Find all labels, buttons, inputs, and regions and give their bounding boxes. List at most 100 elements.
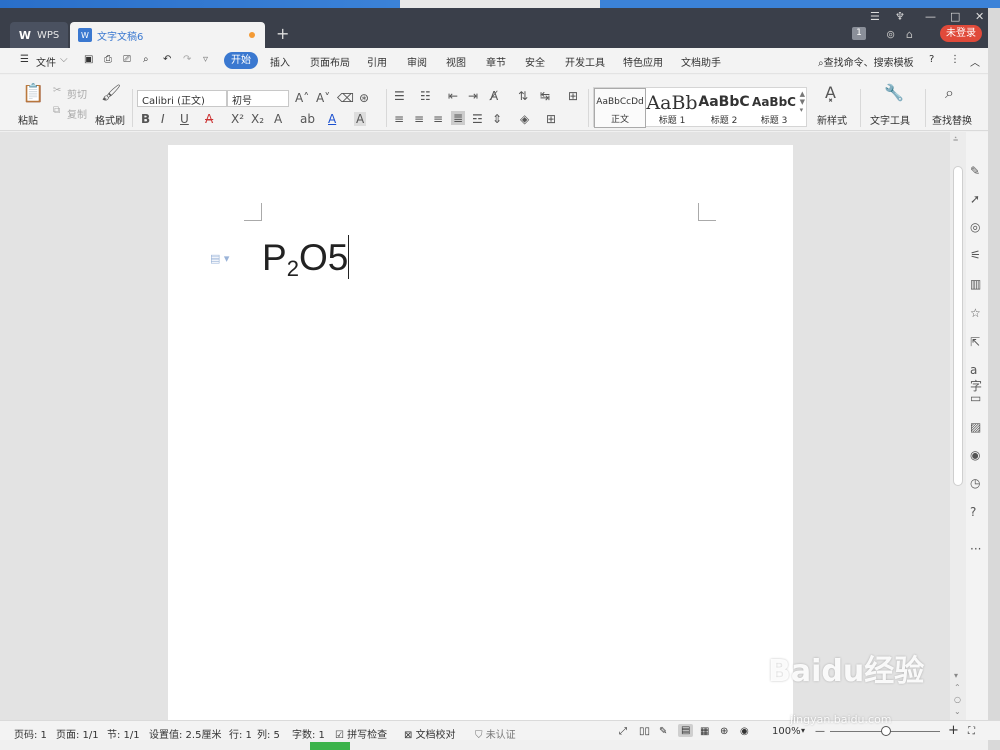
write-mode-icon[interactable]: ✎ (659, 726, 667, 737)
chevron-down-icon[interactable]: ⌵ (60, 54, 68, 65)
tab-doc-assistant[interactable]: 文档助手 (681, 54, 721, 69)
line-spacing-icon[interactable]: ⇕ (492, 112, 502, 126)
decrease-indent-icon[interactable]: ⇤ (448, 89, 458, 103)
tab-document[interactable]: W 文字文稿6 (70, 22, 265, 48)
login-button[interactable]: 未登录 (940, 25, 982, 42)
page-view-icon[interactable]: ▤ (678, 724, 694, 737)
borders-icon[interactable]: ⊞ (546, 112, 556, 126)
format-painter-icon[interactable]: 🖌 (101, 83, 121, 102)
tab-view[interactable]: 视图 (446, 54, 466, 69)
font-size-select[interactable]: 初号 (227, 90, 289, 107)
command-search[interactable]: ⌕查找命令、搜索模板 (818, 54, 914, 69)
print-icon[interactable]: ⎚ (123, 54, 131, 65)
more-icon[interactable]: ⋮ (950, 54, 960, 65)
word-count[interactable]: 字数: 1 (292, 726, 325, 741)
window-count-badge[interactable]: 1 (852, 27, 866, 40)
cut-button[interactable]: 剪切 (67, 86, 87, 101)
paste-icon[interactable]: 📋 (22, 83, 44, 104)
numbered-list-icon[interactable]: ☷ (420, 89, 431, 103)
share-icon[interactable]: ⇱ (970, 335, 980, 349)
style-heading1[interactable]: AaBb 标题 1 (646, 88, 698, 128)
help-icon[interactable]: ? (970, 505, 976, 519)
translate-icon[interactable]: a字 (970, 363, 988, 394)
window-menu-icon[interactable]: ☰ (870, 10, 880, 23)
adjust-icon[interactable]: ⚟ (970, 248, 981, 262)
line-break-icon[interactable]: ↹ (540, 89, 550, 103)
font-name-select[interactable]: Calibri (正文) (137, 90, 227, 107)
collapse-ribbon-icon[interactable]: ︿ (970, 54, 980, 69)
text-effect-icon[interactable]: A (274, 112, 282, 126)
redo-icon[interactable]: ↷ (183, 54, 191, 65)
clear-format-icon[interactable]: ⌫ (337, 91, 354, 105)
bold-icon[interactable]: B (141, 112, 150, 126)
table-border-icon[interactable]: ⊞ (568, 89, 578, 103)
style-heading3[interactable]: AaBbC 标题 3 (750, 88, 798, 128)
align-left-icon[interactable]: ≡ (394, 112, 404, 126)
tab-home[interactable]: 开始 (224, 52, 258, 69)
eye-care-icon[interactable]: ◉ (740, 726, 749, 737)
zoom-in-button[interactable]: + (948, 723, 959, 738)
zoom-level[interactable]: 100% (772, 726, 801, 737)
wrench-icon[interactable]: 🔧 (884, 83, 904, 102)
image-icon[interactable]: ▨ (970, 420, 981, 434)
tab-special-apps[interactable]: 特色应用 (623, 54, 663, 69)
pen-icon[interactable]: ✎ (970, 164, 980, 178)
shirt-icon[interactable]: ⌂ (906, 28, 913, 41)
read-mode-icon[interactable]: ▯▯ (639, 726, 650, 737)
close-button[interactable]: ✕ (975, 10, 984, 23)
maximize-button[interactable]: □ (950, 10, 960, 23)
shading-icon[interactable]: ◈ (520, 112, 529, 126)
proofread-button[interactable]: ⊠ 文档校对 (404, 726, 456, 741)
spell-check-button[interactable]: ☑ 拼写检查 (335, 726, 387, 741)
select-icon[interactable]: ➚ (970, 192, 980, 206)
subscript-icon[interactable]: X₂ (251, 112, 264, 126)
backup-icon[interactable]: ◉ (970, 448, 980, 462)
cloud-icon[interactable]: ⊚ (886, 28, 895, 41)
paragraph-handle-icon[interactable]: ▤ ▾ (210, 252, 229, 265)
distribute-icon[interactable]: ☲ (472, 112, 483, 126)
fit-page-icon[interactable]: ⛶ (968, 726, 975, 737)
quick-access-dropdown-icon[interactable]: ▿ (203, 54, 208, 65)
tab-review[interactable]: 审阅 (407, 54, 427, 69)
align-center-icon[interactable]: ≡ (414, 112, 424, 126)
document-page[interactable]: ▤ ▾ P2O5 (168, 145, 793, 725)
tab-references[interactable]: 引用 (367, 54, 387, 69)
tab-wps-home[interactable]: W WPS (10, 22, 68, 48)
archive-icon[interactable]: ▭ (970, 391, 981, 405)
tab-chapter[interactable]: 章节 (486, 54, 506, 69)
star-icon[interactable]: ☆ (970, 306, 981, 320)
new-style-icon[interactable]: A͓ (825, 83, 836, 102)
new-style-button[interactable]: 新样式 (817, 112, 847, 127)
strikethrough-icon[interactable]: A (205, 112, 213, 126)
style-normal[interactable]: AaBbCcDd 正文 (594, 88, 646, 128)
sort-icon[interactable]: ⇅ (518, 89, 528, 103)
hamburger-icon[interactable]: ☰ (20, 54, 29, 65)
export-pdf-icon[interactable]: ⎙ (104, 54, 112, 65)
superscript-icon[interactable]: X² (231, 112, 244, 126)
copy-icon[interactable]: ⧉ (53, 105, 60, 116)
align-right-icon[interactable]: ≡ (433, 112, 443, 126)
char-shading-icon[interactable]: A (354, 112, 367, 126)
font-color-icon[interactable]: A (328, 112, 336, 126)
tab-page-layout[interactable]: 页面布局 (310, 54, 350, 69)
page-nav-icon[interactable]: ▾ ⌃ ○ ⌄ (954, 670, 961, 718)
tab-insert[interactable]: 插入 (270, 54, 290, 69)
tab-security[interactable]: 安全 (525, 54, 545, 69)
scroll-up-icon[interactable]: ⩮ (953, 135, 958, 145)
style-heading2[interactable]: AaBbC 标题 2 (698, 88, 750, 128)
fullscreen-icon[interactable]: ⤢ (619, 726, 627, 737)
cut-icon[interactable]: ✂ (53, 85, 61, 96)
italic-icon[interactable]: I (161, 112, 165, 126)
tab-developer[interactable]: 开发工具 (565, 54, 605, 69)
zoom-dropdown-icon[interactable]: ▾ (801, 726, 805, 735)
undo-icon[interactable]: ↶ (163, 54, 171, 65)
vertical-scrollbar[interactable]: ⩮ ▾ ⌃ ○ ⌄ (950, 132, 966, 720)
web-view-icon[interactable]: ⊕ (720, 726, 728, 737)
paste-button[interactable]: 粘贴 (18, 112, 38, 127)
style-scroll-icon[interactable]: ▲ ▼ ▾ (800, 90, 805, 114)
more-tools-icon[interactable]: ··· (970, 542, 981, 556)
grow-font-icon[interactable]: A˄ (295, 91, 309, 105)
pinyin-icon[interactable]: ⊛ (359, 91, 369, 105)
find-icon[interactable]: ⌕ (945, 83, 954, 103)
scroll-thumb[interactable] (953, 166, 963, 486)
